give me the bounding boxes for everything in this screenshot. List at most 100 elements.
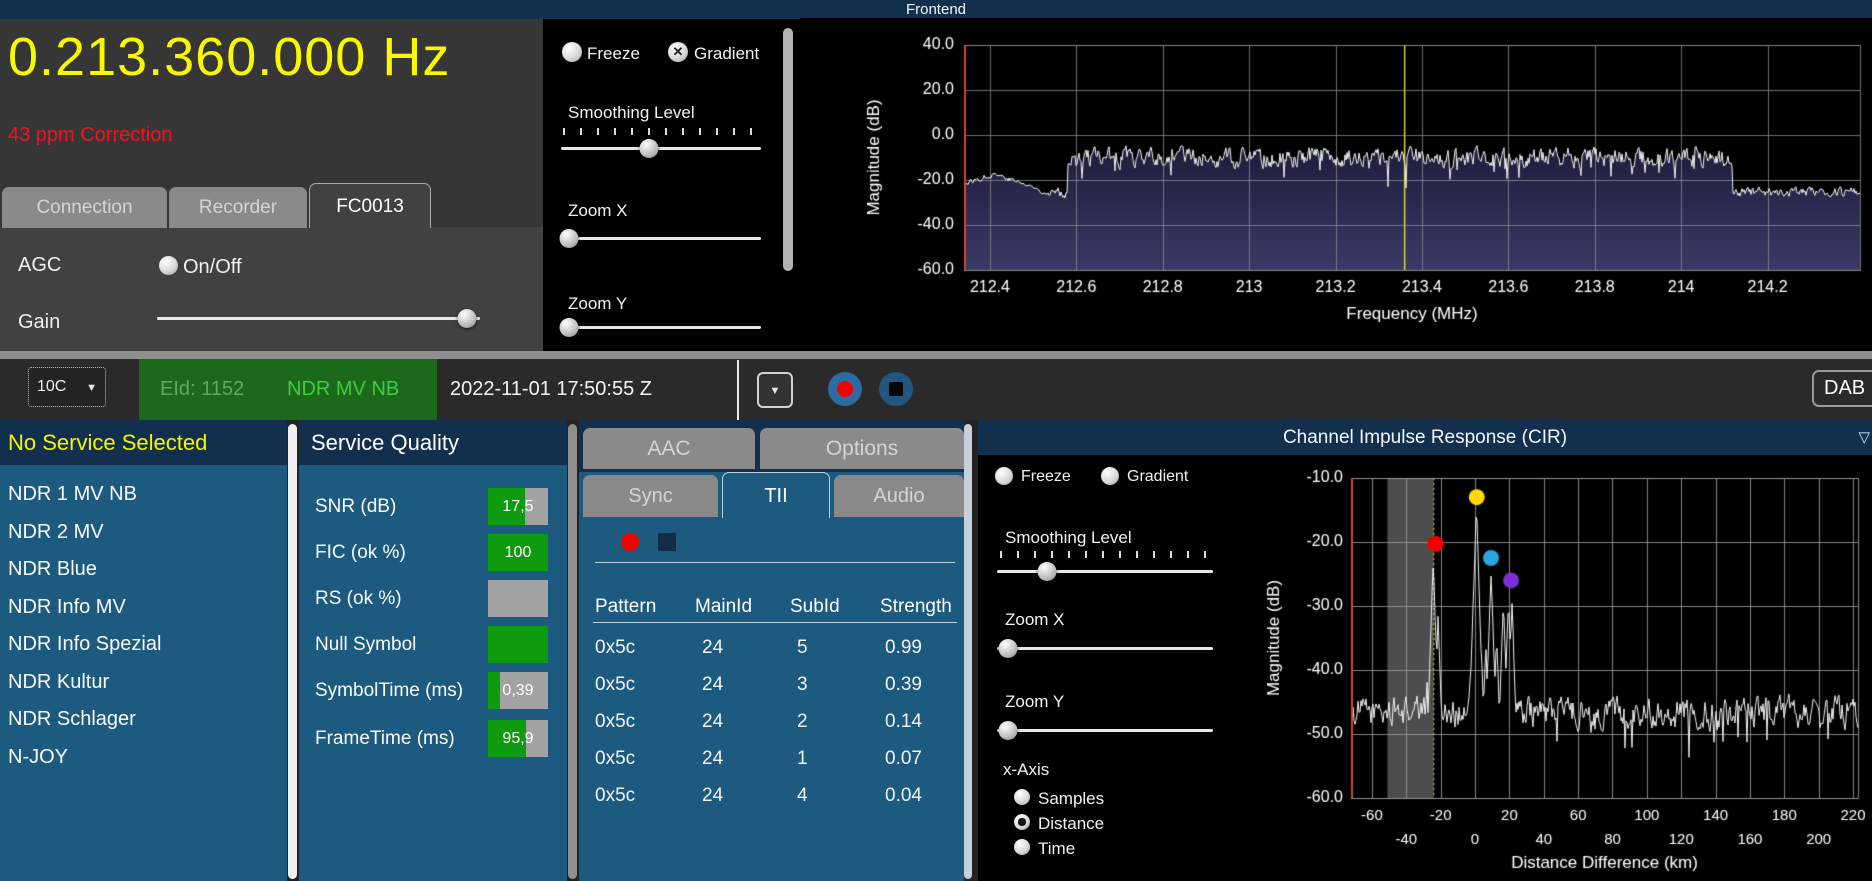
- gain-slider-thumb[interactable]: [458, 309, 477, 328]
- fe-freeze-label[interactable]: Freeze: [587, 44, 640, 64]
- tab-connection[interactable]: Connection: [2, 187, 167, 228]
- cir-zoom-y-slider[interactable]: [997, 720, 1213, 740]
- dropdown-button[interactable]: [757, 372, 793, 408]
- utc-timestamp: 2022-11-01 17:50:55 Z: [450, 359, 652, 420]
- x-axis-samples-label[interactable]: Samples: [1038, 789, 1104, 809]
- agc-on-off-radio[interactable]: [159, 256, 178, 275]
- cir-plot[interactable]: [978, 455, 1872, 881]
- cir-gradient-radio[interactable]: [1101, 467, 1119, 485]
- fic-bar: 100: [488, 534, 548, 571]
- fe-zoom-y-label: Zoom Y: [568, 294, 627, 314]
- chevron-down-icon: [86, 378, 97, 396]
- tii-header-underline: [593, 622, 957, 623]
- spectrum-panel-scrollbar[interactable]: [783, 28, 793, 271]
- cir-smoothing-track[interactable]: [997, 570, 1213, 573]
- fe-zoom-x-slider[interactable]: [561, 228, 761, 248]
- tii-divider: [595, 562, 955, 563]
- triangle-collapse-icon[interactable]: ▽: [1858, 420, 1870, 455]
- fe-zoom-x-thumb[interactable]: [560, 229, 579, 248]
- fe-zoom-y-slider[interactable]: [561, 317, 761, 337]
- x-axis-distance-radio[interactable]: [1014, 814, 1030, 830]
- cir-zoom-x-track[interactable]: [997, 647, 1213, 650]
- service-quality-scrollbar[interactable]: [568, 424, 577, 879]
- service-item[interactable]: NDR 1 MV NB: [8, 476, 278, 513]
- x-axis-time-radio[interactable]: [1014, 839, 1030, 855]
- horizontal-scrollbar[interactable]: [0, 351, 1872, 359]
- tab-tii[interactable]: TII: [722, 472, 830, 518]
- tii-cell: 2: [797, 711, 808, 733]
- service-item[interactable]: NDR Schlager: [8, 701, 278, 738]
- snr-bar: 17,5: [488, 488, 548, 525]
- channel-selector[interactable]: 10C: [28, 367, 106, 407]
- tab-audio[interactable]: Audio: [834, 475, 964, 517]
- fe-gradient-label[interactable]: Gradient: [694, 44, 759, 64]
- tab-sync[interactable]: Sync: [583, 475, 718, 517]
- fe-zoom-x-label: Zoom X: [568, 201, 628, 221]
- service-item[interactable]: NDR Kultur: [8, 664, 278, 701]
- fe-freeze-radio[interactable]: [562, 42, 582, 62]
- x-axis-time-label[interactable]: Time: [1038, 839, 1075, 859]
- fe-smoothing-track[interactable]: [561, 147, 761, 150]
- stop-button[interactable]: [879, 372, 913, 406]
- gain-slider[interactable]: [157, 308, 480, 328]
- tii-cell: 24: [702, 748, 723, 770]
- tab-recorder[interactable]: Recorder: [169, 187, 307, 228]
- service-item[interactable]: NDR 2 MV: [8, 514, 278, 551]
- cir-zoom-y-track[interactable]: [997, 729, 1213, 732]
- fe-zoom-x-track[interactable]: [561, 237, 761, 240]
- service-list-scrollbar[interactable]: [288, 424, 297, 879]
- frame-time-bar: 95,9: [488, 720, 548, 757]
- tuned-frequency-display: 0.213.360.000 Hz: [8, 26, 450, 88]
- rs-bar: [488, 580, 548, 617]
- cir-smoothing-thumb[interactable]: [1037, 562, 1056, 581]
- cir-zoom-x-thumb[interactable]: [998, 639, 1017, 658]
- cir-freeze-label[interactable]: Freeze: [1021, 468, 1071, 486]
- service-item[interactable]: NDR Info Spezial: [8, 626, 278, 663]
- x-axis-distance-label[interactable]: Distance: [1038, 814, 1104, 834]
- tii-cell: 0.04: [885, 785, 922, 807]
- sync-status-dot: [621, 533, 639, 551]
- fe-smoothing-thumb[interactable]: [640, 139, 659, 158]
- cir-freeze-radio[interactable]: [995, 467, 1013, 485]
- cir-x-axis-label: x-Axis: [1003, 760, 1049, 780]
- cir-panel-title: Channel Impulse Response (CIR): [1283, 427, 1567, 448]
- frontend-panel-title: Frontend: [0, 0, 1872, 19]
- cir-gradient-label[interactable]: Gradient: [1127, 468, 1188, 486]
- tii-cell: 0.14: [885, 711, 922, 733]
- tii-cell: 0x5c: [595, 674, 635, 696]
- fe-smoothing-slider[interactable]: [561, 138, 761, 158]
- record-button[interactable]: [828, 372, 862, 406]
- cir-zoom-x-label: Zoom X: [1005, 610, 1065, 630]
- frontend-spectrum-plot[interactable]: [800, 18, 1872, 358]
- fe-gradient-checkbox[interactable]: [668, 42, 688, 62]
- detail-tabs-scrollbar[interactable]: [964, 424, 972, 879]
- cir-zoom-y-label: Zoom Y: [1005, 692, 1064, 712]
- tii-col-mainid: MainId: [695, 596, 752, 618]
- cir-zoom-y-thumb[interactable]: [998, 721, 1017, 740]
- tab-aac[interactable]: AAC: [583, 428, 755, 469]
- channel-selector-value: 10C: [37, 378, 66, 396]
- cir-zoom-x-slider[interactable]: [997, 638, 1213, 658]
- fic-status-square: [658, 533, 676, 551]
- tab-options[interactable]: Options: [760, 428, 964, 469]
- cir-smoothing-label: Smoothing Level: [1005, 528, 1132, 548]
- cir-smoothing-slider[interactable]: [997, 561, 1213, 581]
- dab-receiver-window: Frontend 0.213.360.000 Hz 43 ppm Correct…: [0, 0, 1872, 881]
- null-symbol-value: [488, 626, 548, 663]
- gain-slider-track[interactable]: [157, 317, 480, 320]
- agc-on-off-label[interactable]: On/Off: [183, 256, 242, 279]
- fe-smoothing-label: Smoothing Level: [568, 103, 695, 123]
- ensemble-id: EId: 1152: [160, 378, 244, 401]
- tii-col-strength: Strength: [880, 596, 952, 618]
- symbol-time-value: 0,39: [488, 672, 548, 709]
- service-item[interactable]: NDR Blue: [8, 551, 278, 588]
- fe-zoom-y-thumb[interactable]: [560, 318, 579, 337]
- service-item[interactable]: NDR Info MV: [8, 589, 278, 626]
- fe-zoom-y-track[interactable]: [561, 326, 761, 329]
- service-item[interactable]: N-JOY: [8, 739, 278, 776]
- x-axis-samples-radio[interactable]: [1014, 789, 1030, 805]
- agc-label: AGC: [18, 254, 61, 277]
- tab-fc0013[interactable]: FC0013: [309, 183, 431, 228]
- ppm-correction-label: 43 ppm Correction: [8, 124, 173, 147]
- bar-separator: [737, 360, 739, 420]
